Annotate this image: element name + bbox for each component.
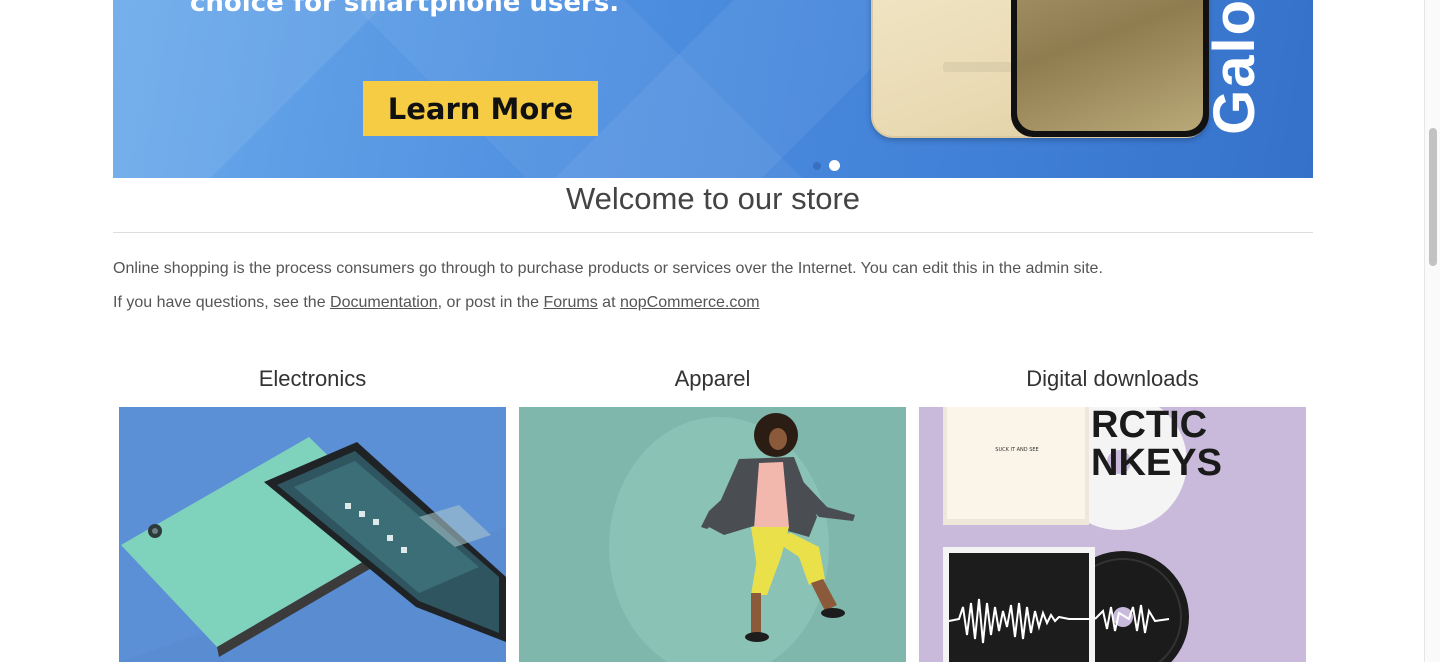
title-divider [113,232,1313,233]
intro-paragraph: Online shopping is the process consumers… [113,260,1103,277]
category-image-digital-downloads[interactable]: SUCK IT AND SEE RCTIC NKEYS [919,407,1306,662]
category-image-electronics[interactable] [119,407,506,662]
category-title-electronics[interactable]: Electronics [119,360,506,400]
help-text-prefix: If you have questions, see the [113,294,331,311]
slider-pagination [813,160,840,171]
category-electronics[interactable]: Electronics [119,360,506,662]
category-title-digital-downloads[interactable]: Digital downloads [919,360,1306,400]
phone-logo-mark [943,62,1013,72]
forums-link[interactable]: Forums [544,294,598,311]
home-slider-banner[interactable]: choice for smartphone users. Learn More … [113,0,1313,178]
help-text-mid: , or post in the [437,294,544,311]
page-title: Welcome to our store [565,181,861,216]
help-text-at: at [597,294,620,311]
smartphone-image [119,407,506,662]
category-image-apparel[interactable] [519,407,906,662]
album-cover-title: SUCK IT AND SEE [995,447,1038,453]
svg-text:NKEYS: NKEYS [1091,442,1222,484]
documentation-link[interactable]: Documentation [330,294,438,311]
category-digital-downloads[interactable]: Digital downloads SUCK IT AND SEE RCTIC … [919,360,1306,662]
slider-dot-2[interactable] [829,160,840,171]
svg-text:RCTIC: RCTIC [1091,407,1207,446]
banner-headline: choice for smartphone users. [190,0,620,18]
scrollbar-thumb[interactable] [1429,128,1437,266]
phone-brand-text: Galo [1202,0,1267,135]
slider-dot-1[interactable] [813,161,821,170]
learn-more-button[interactable]: Learn More [363,81,598,136]
phone-screen [1017,0,1203,131]
page-scrollbar[interactable] [1424,0,1440,662]
album-covers-image: SUCK IT AND SEE RCTIC NKEYS [919,407,1306,662]
category-title-apparel[interactable]: Apparel [519,360,906,400]
nopcommerce-link[interactable]: nopCommerce.com [620,294,760,311]
phone-front-image: Galo [1011,0,1267,137]
category-apparel[interactable]: Apparel [519,360,906,662]
help-paragraph: If you have questions, see the Documenta… [113,294,760,312]
woman-jumping-image [519,407,906,662]
